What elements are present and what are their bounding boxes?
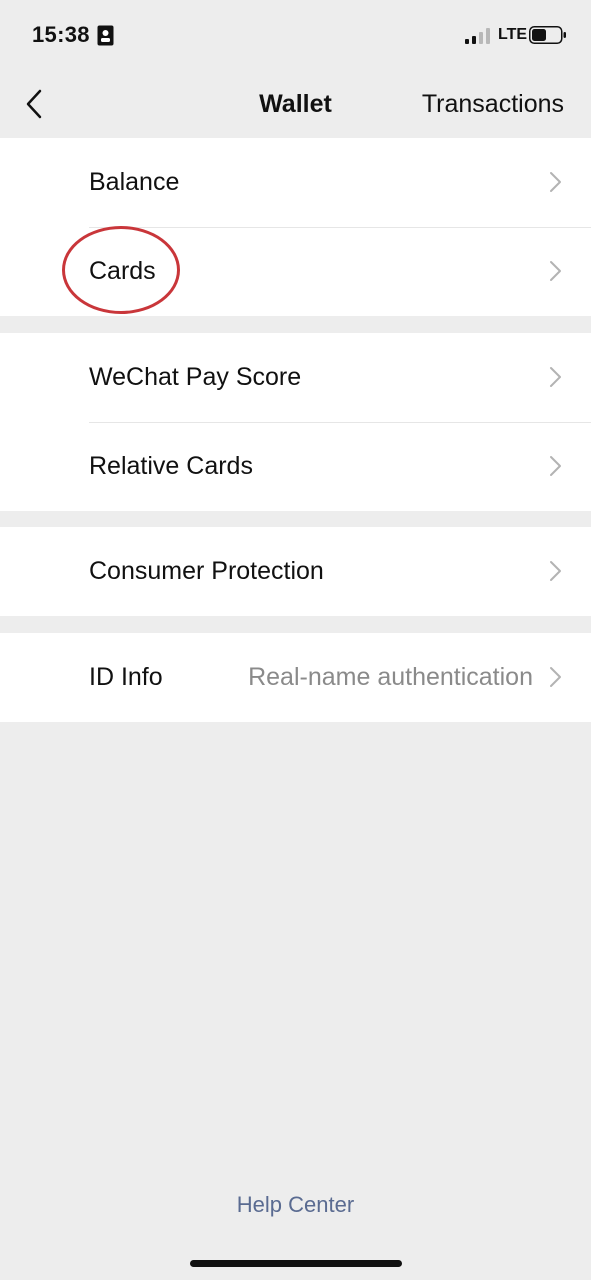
list-item-relative-cards[interactable]: Relative Cards (0, 422, 591, 511)
home-indicator[interactable] (190, 1260, 402, 1267)
chevron-right-icon (550, 456, 561, 476)
id-card-icon (97, 25, 114, 46)
settings-group-credit: WeChat Pay Score Relative Cards (0, 333, 591, 511)
list-item-label: Relative Cards (89, 452, 253, 480)
battery-icon (529, 26, 566, 44)
transactions-button[interactable]: Transactions (422, 90, 564, 119)
status-bar: 15:38 LTE (0, 0, 591, 70)
help-center-link[interactable]: Help Center (0, 1192, 591, 1218)
settings-group-funds: Balance Cards (0, 138, 591, 316)
chevron-right-icon (550, 667, 561, 687)
list-item-label: ID Info (89, 663, 163, 691)
list-item-label: Cards (89, 257, 156, 285)
cellular-signal-icon (465, 28, 490, 44)
settings-group-protection: Consumer Protection (0, 527, 591, 616)
chevron-right-icon (550, 261, 561, 281)
list-item-label: Balance (89, 168, 180, 196)
list-item-id-info[interactable]: ID Info Real-name authentication (0, 633, 591, 722)
chevron-right-icon (550, 172, 561, 192)
nav-bar: Wallet Transactions (0, 70, 591, 138)
network-type: LTE (498, 26, 528, 43)
list-item-label: WeChat Pay Score (89, 363, 302, 391)
list-item-cards[interactable]: Cards (0, 227, 591, 316)
list-item-balance[interactable]: Balance (0, 138, 591, 227)
list-item-wechat-pay-score[interactable]: WeChat Pay Score (0, 333, 591, 422)
id-info-status: Real-name authentication (248, 663, 533, 691)
status-time: 15:38 (32, 22, 90, 47)
chevron-right-icon (550, 367, 561, 387)
chevron-right-icon (550, 561, 561, 581)
list-item-consumer-protection[interactable]: Consumer Protection (0, 527, 591, 616)
settings-group-identity: ID Info Real-name authentication (0, 633, 591, 722)
list-item-label: Consumer Protection (89, 557, 324, 585)
